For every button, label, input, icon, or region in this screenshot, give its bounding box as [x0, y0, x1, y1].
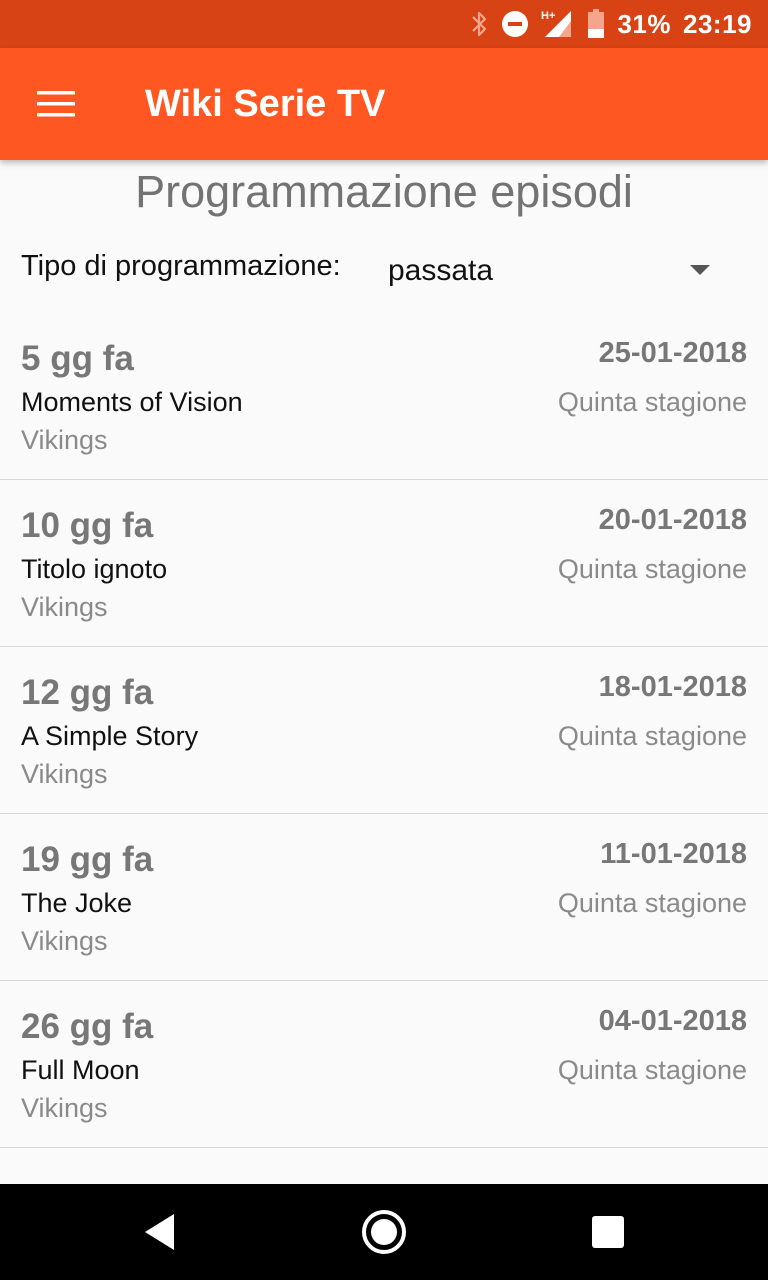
schedule-type-dropdown[interactable]: passata	[386, 246, 726, 296]
episode-list: 5 gg fa 25-01-2018 Moments of Vision Qui…	[0, 313, 768, 1148]
episode-days-ago: 10 gg fa	[21, 506, 154, 545]
clock: 23:19	[683, 8, 752, 39]
episode-series: Vikings	[21, 592, 108, 622]
status-bar: H+ 31% 23:19	[0, 0, 768, 48]
schedule-type-value: passata	[388, 254, 494, 287]
episode-season: Quinta stagione	[557, 1055, 747, 1085]
do-not-disturb-icon	[501, 10, 529, 38]
episode-title: A Simple Story	[21, 721, 199, 751]
app-bar: Wiki Serie TV	[0, 48, 768, 160]
bluetooth-icon	[469, 10, 489, 38]
navigation-bar	[0, 1184, 768, 1280]
battery-percent: 31%	[617, 8, 671, 39]
recents-button[interactable]	[548, 1184, 668, 1280]
dropdown-arrow-icon	[690, 265, 710, 275]
episode-title: Titolo ignoto	[21, 554, 168, 584]
episode-title: Full Moon	[21, 1055, 140, 1085]
episode-season: Quinta stagione	[557, 387, 747, 417]
episode-days-ago: 19 gg fa	[21, 840, 154, 879]
network-type-label: H+	[541, 10, 555, 22]
episode-days-ago: 5 gg fa	[21, 339, 134, 378]
back-icon	[145, 1214, 174, 1250]
recents-icon	[592, 1216, 624, 1248]
episode-item[interactable]: 19 gg fa 11-01-2018 The Joke Quinta stag…	[0, 814, 768, 981]
home-button[interactable]	[324, 1184, 444, 1280]
episode-item[interactable]: 26 gg fa 04-01-2018 Full Moon Quinta sta…	[0, 981, 768, 1148]
episode-date: 25-01-2018	[598, 337, 747, 369]
episode-series: Vikings	[21, 1093, 108, 1123]
episode-title: Moments of Vision	[21, 387, 243, 417]
episode-series: Vikings	[21, 759, 108, 789]
episode-date: 18-01-2018	[598, 671, 747, 703]
episode-series: Vikings	[21, 425, 108, 455]
episode-series: Vikings	[21, 926, 108, 956]
episode-item[interactable]: 12 gg fa 18-01-2018 A Simple Story Quint…	[0, 647, 768, 814]
episode-days-ago: 12 gg fa	[21, 673, 154, 712]
episode-date: 20-01-2018	[598, 504, 747, 536]
episode-title: The Joke	[21, 888, 133, 918]
signal-icon: H+	[541, 9, 575, 39]
page-title: Programmazione episodi	[135, 166, 633, 217]
filter-label: Tipo di programmazione:	[21, 250, 341, 282]
episode-date: 11-01-2018	[600, 838, 747, 870]
episode-season: Quinta stagione	[557, 721, 747, 751]
episode-season: Quinta stagione	[557, 888, 747, 918]
episode-date: 04-01-2018	[598, 1005, 747, 1037]
episode-season: Quinta stagione	[557, 554, 747, 584]
back-button[interactable]	[100, 1184, 220, 1280]
home-icon	[362, 1210, 406, 1254]
battery-icon	[587, 9, 605, 39]
episode-item[interactable]: 5 gg fa 25-01-2018 Moments of Vision Qui…	[0, 313, 768, 480]
app-title: Wiki Serie TV	[145, 83, 386, 125]
status-bar-icons: H+ 31% 23:19	[469, 0, 752, 48]
episode-item[interactable]: 10 gg fa 20-01-2018 Titolo ignoto Quinta…	[0, 480, 768, 647]
episode-days-ago: 26 gg fa	[21, 1007, 154, 1046]
hamburger-menu-icon	[37, 91, 75, 117]
menu-button[interactable]	[20, 76, 92, 132]
